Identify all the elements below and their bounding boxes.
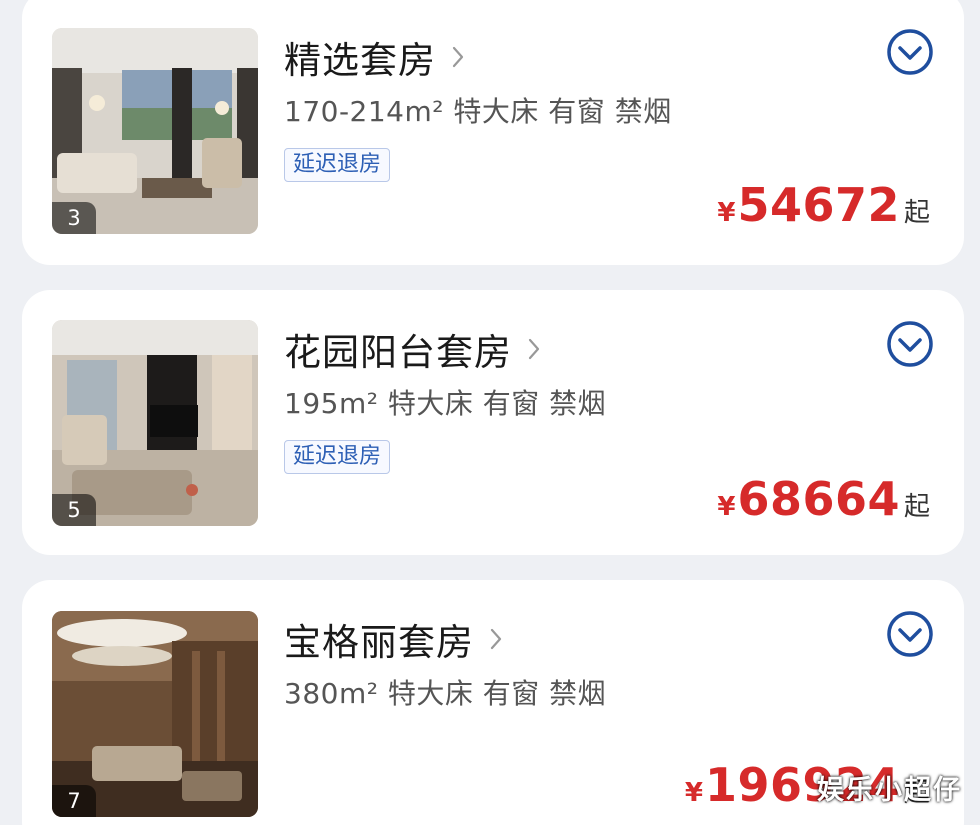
photo-count-badge: 3	[52, 202, 96, 234]
room-card[interactable]: 3 精选套房 170-214m² 特大床 有窗 禁烟 延迟退房 ¥ 54672 …	[22, 0, 964, 265]
late-checkout-tag: 延迟退房	[284, 440, 391, 474]
price-amount: 54672	[737, 178, 900, 232]
room-name[interactable]: 花园阳台套房	[284, 322, 540, 376]
chevron-right-icon	[528, 338, 540, 360]
price-amount: 68664	[737, 472, 900, 526]
chevron-right-icon	[490, 628, 502, 650]
room-photo[interactable]: 5	[52, 320, 258, 526]
chevron-down-circle-icon[interactable]	[886, 28, 934, 76]
room-price: ¥ 54672 起	[717, 178, 930, 232]
watermark: 娱乐小超仔	[817, 775, 962, 806]
room-price: ¥ 68664 起	[717, 472, 930, 526]
late-checkout-tag: 延迟退房	[284, 148, 391, 182]
chevron-right-icon	[452, 46, 464, 68]
room-name-label: 花园阳台套房	[284, 331, 512, 374]
room-name[interactable]: 宝格丽套房	[284, 612, 502, 666]
price-suffix: 起	[903, 198, 930, 228]
room-photo[interactable]: 7	[52, 611, 258, 817]
currency-symbol: ¥	[684, 778, 703, 808]
price-suffix: 起	[903, 492, 930, 522]
photo-count-badge: 5	[52, 494, 96, 526]
currency-symbol: ¥	[717, 492, 736, 522]
room-name[interactable]: 精选套房	[284, 30, 464, 84]
room-card[interactable]: 5 花园阳台套房 195m² 特大床 有窗 禁烟 延迟退房 ¥ 68664 起	[22, 290, 964, 555]
room-name-label: 精选套房	[284, 39, 436, 82]
chevron-down-circle-icon[interactable]	[886, 610, 934, 658]
currency-symbol: ¥	[717, 198, 736, 228]
room-description: 195m² 特大床 有窗 禁烟	[284, 387, 607, 420]
photo-count-badge: 7	[52, 785, 96, 817]
room-description: 380m² 特大床 有窗 禁烟	[284, 677, 607, 710]
chevron-down-circle-icon[interactable]	[886, 320, 934, 368]
room-name-label: 宝格丽套房	[284, 621, 474, 664]
room-description: 170-214m² 特大床 有窗 禁烟	[284, 95, 672, 128]
room-photo[interactable]: 3	[52, 28, 258, 234]
